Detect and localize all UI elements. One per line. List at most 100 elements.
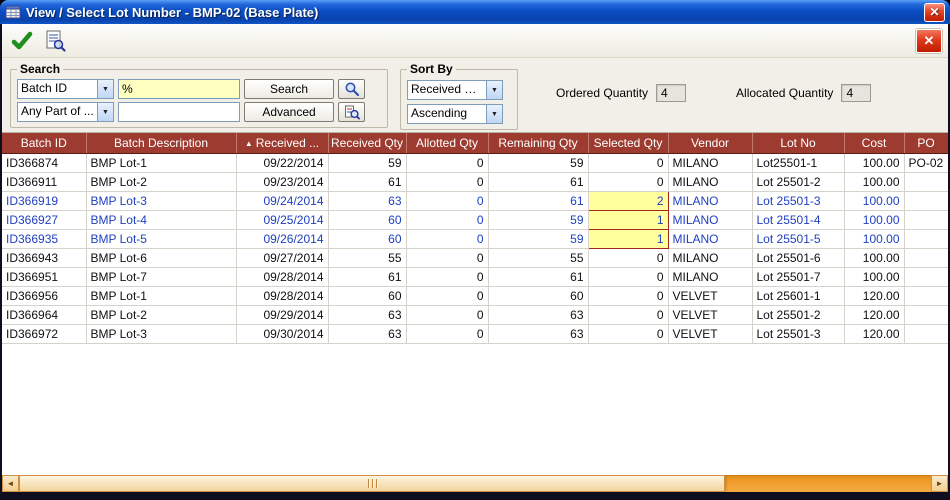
chevron-down-icon[interactable]: ▼ bbox=[486, 105, 502, 123]
cell: 0 bbox=[406, 172, 488, 191]
column-header[interactable]: PO bbox=[904, 133, 948, 153]
cell[interactable]: 0 bbox=[588, 305, 668, 324]
sort-direction-value: Ascending bbox=[408, 105, 486, 123]
cell[interactable]: 0 bbox=[588, 172, 668, 191]
cell: 09/24/2014 bbox=[236, 191, 328, 210]
search-field-value: Batch ID bbox=[18, 80, 97, 98]
chevron-down-icon[interactable]: ▼ bbox=[97, 80, 113, 98]
cell: BMP Lot-3 bbox=[86, 191, 236, 210]
scrollbar-track[interactable] bbox=[725, 475, 931, 492]
report-preview-icon bbox=[44, 30, 66, 52]
cell: 09/28/2014 bbox=[236, 286, 328, 305]
cell: 100.00 bbox=[844, 153, 904, 172]
report-preview-button[interactable] bbox=[41, 28, 69, 54]
cell: 100.00 bbox=[844, 248, 904, 267]
cell[interactable]: 0 bbox=[588, 267, 668, 286]
column-header[interactable]: Remaining Qty bbox=[488, 133, 588, 153]
search-magnifier-button[interactable] bbox=[338, 79, 365, 99]
cell: 09/23/2014 bbox=[236, 172, 328, 191]
cell: ID366935 bbox=[2, 229, 86, 248]
chevron-down-icon[interactable]: ▼ bbox=[486, 81, 502, 99]
table-row[interactable]: ID366972BMP Lot-309/30/2014630630VELVETL… bbox=[2, 324, 948, 343]
table-row[interactable]: ID366951BMP Lot-709/28/2014610610MILANOL… bbox=[2, 267, 948, 286]
controls-row: Search Batch ID ▼ Search bbox=[2, 58, 948, 132]
search-group-label: Search bbox=[17, 62, 63, 76]
column-header[interactable]: Lot No bbox=[752, 133, 844, 153]
cell: 09/26/2014 bbox=[236, 229, 328, 248]
cell[interactable]: 0 bbox=[588, 248, 668, 267]
search-icon bbox=[344, 81, 360, 97]
search-group: Search Batch ID ▼ Search bbox=[10, 62, 388, 128]
cell: BMP Lot-1 bbox=[86, 153, 236, 172]
search-field-select[interactable]: Batch ID ▼ bbox=[17, 79, 114, 99]
table-row[interactable]: ID366927BMP Lot-409/25/2014600591MILANOL… bbox=[2, 210, 948, 229]
column-header[interactable]: Batch Description bbox=[86, 133, 236, 153]
search-button[interactable]: Search bbox=[244, 79, 334, 99]
column-header[interactable]: Cost bbox=[844, 133, 904, 153]
column-header[interactable]: Selected Qty bbox=[588, 133, 668, 153]
scrollbar-thumb[interactable] bbox=[19, 475, 725, 492]
titlebar-close-button[interactable]: ✕ bbox=[924, 3, 945, 22]
cell: 100.00 bbox=[844, 229, 904, 248]
cell: BMP Lot-2 bbox=[86, 305, 236, 324]
scroll-left-button[interactable]: ◄ bbox=[2, 475, 19, 492]
cell: Lot 25501-3 bbox=[752, 324, 844, 343]
thumb-grip-icon bbox=[372, 479, 373, 488]
accept-button[interactable] bbox=[8, 28, 36, 54]
cell: 0 bbox=[406, 248, 488, 267]
column-header[interactable]: Batch ID bbox=[2, 133, 86, 153]
cell bbox=[904, 267, 948, 286]
advanced-search-button[interactable] bbox=[338, 102, 365, 122]
chevron-down-icon[interactable]: ▼ bbox=[97, 103, 113, 121]
cell: VELVET bbox=[668, 324, 752, 343]
cell: 55 bbox=[488, 248, 588, 267]
table-row[interactable]: ID366911BMP Lot-209/23/2014610610MILANOL… bbox=[2, 172, 948, 191]
table-row[interactable]: ID366935BMP Lot-509/26/2014600591MILANOL… bbox=[2, 229, 948, 248]
sort-ascending-icon: ▲ bbox=[245, 139, 253, 148]
close-button[interactable]: ✕ bbox=[916, 29, 942, 53]
column-header[interactable]: ▲Received ... bbox=[236, 133, 328, 153]
ordered-quantity-label: Ordered Quantity bbox=[556, 86, 648, 100]
cell: 59 bbox=[488, 229, 588, 248]
cell[interactable]: 0 bbox=[588, 153, 668, 172]
sort-direction-select[interactable]: Ascending ▼ bbox=[407, 104, 503, 124]
column-header[interactable]: Received Qty bbox=[328, 133, 406, 153]
search-value-input[interactable] bbox=[118, 79, 240, 99]
cell: 0 bbox=[406, 229, 488, 248]
horizontal-scrollbar[interactable]: ◄ ► bbox=[2, 475, 948, 492]
cell: MILANO bbox=[668, 191, 752, 210]
cell: 100.00 bbox=[844, 172, 904, 191]
cell: Lot 25501-6 bbox=[752, 248, 844, 267]
cell: Lot 25501-4 bbox=[752, 210, 844, 229]
scroll-right-button[interactable]: ► bbox=[931, 475, 948, 492]
advanced-button[interactable]: Advanced bbox=[244, 102, 334, 122]
cell: 60 bbox=[488, 286, 588, 305]
cell: 61 bbox=[328, 172, 406, 191]
cell: 0 bbox=[406, 286, 488, 305]
cell: 60 bbox=[328, 210, 406, 229]
cell[interactable]: 1 bbox=[588, 229, 668, 248]
cell: BMP Lot-2 bbox=[86, 172, 236, 191]
cell[interactable]: 1 bbox=[588, 210, 668, 229]
table-row[interactable]: ID366956BMP Lot-109/28/2014600600VELVETL… bbox=[2, 286, 948, 305]
cell[interactable]: 0 bbox=[588, 286, 668, 305]
title-bar[interactable]: View / Select Lot Number - BMP-02 (Base … bbox=[0, 0, 950, 24]
cell: BMP Lot-6 bbox=[86, 248, 236, 267]
close-icon: ✕ bbox=[929, 6, 939, 18]
cell: 09/27/2014 bbox=[236, 248, 328, 267]
table-row[interactable]: ID366874BMP Lot-109/22/2014590590MILANOL… bbox=[2, 153, 948, 172]
search-match-select[interactable]: Any Part of ... ▼ bbox=[17, 102, 114, 122]
table-row[interactable]: ID366919BMP Lot-309/24/2014630612MILANOL… bbox=[2, 191, 948, 210]
column-header[interactable]: Vendor bbox=[668, 133, 752, 153]
table-row[interactable]: ID366943BMP Lot-609/27/2014550550MILANOL… bbox=[2, 248, 948, 267]
cell[interactable]: 0 bbox=[588, 324, 668, 343]
cell bbox=[904, 286, 948, 305]
search-secondary-input[interactable] bbox=[118, 102, 240, 122]
cell: 59 bbox=[488, 153, 588, 172]
cell[interactable]: 2 bbox=[588, 191, 668, 210]
sort-field-select[interactable]: Received D... ▼ bbox=[407, 80, 503, 100]
cell: ID366964 bbox=[2, 305, 86, 324]
column-header[interactable]: Allotted Qty bbox=[406, 133, 488, 153]
cell: ID366943 bbox=[2, 248, 86, 267]
table-row[interactable]: ID366964BMP Lot-209/29/2014630630VELVETL… bbox=[2, 305, 948, 324]
